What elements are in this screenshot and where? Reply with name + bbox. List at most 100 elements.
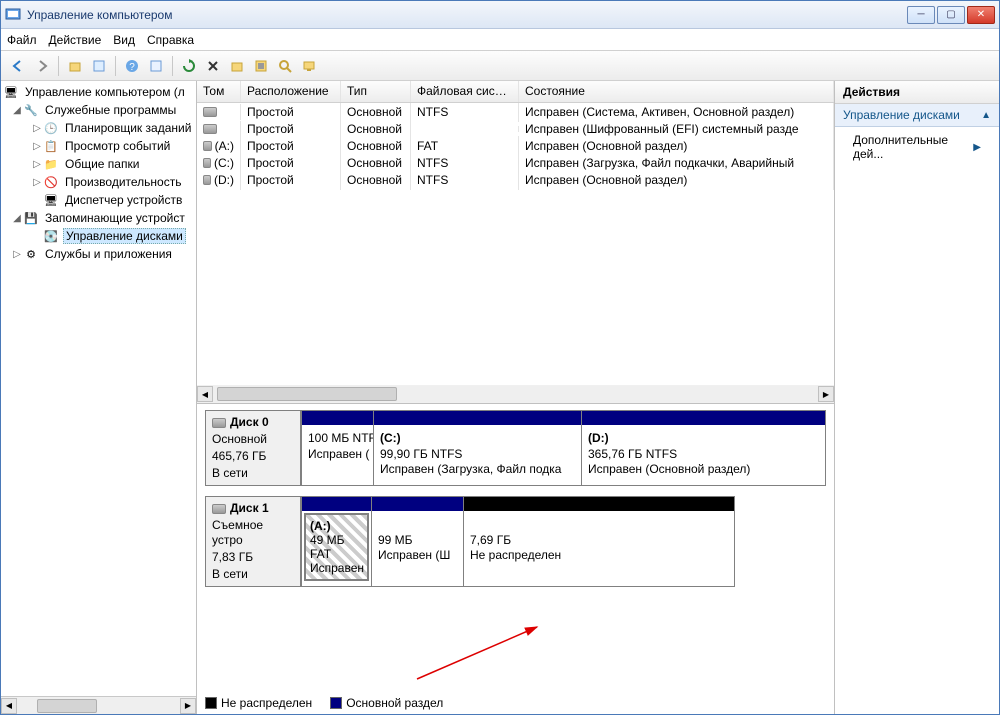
services-icon: ⚙ xyxy=(23,246,39,262)
partition[interactable]: (C:)99,90 ГБ NTFSИсправен (Загрузка, Фай… xyxy=(373,411,581,485)
disk-icon xyxy=(212,418,226,428)
volume-row[interactable]: ПростойОсновнойNTFSИсправен (Система, Ак… xyxy=(197,103,834,120)
volume-letter: (D:) xyxy=(214,173,234,187)
legend-swatch-primary xyxy=(330,697,342,709)
svg-text:?: ? xyxy=(129,62,135,73)
clock-icon: 🕒 xyxy=(43,120,59,136)
tree-hscrollbar[interactable]: ◀ ▶ xyxy=(1,696,196,714)
col-header-fs[interactable]: Файловая система xyxy=(411,81,519,102)
device-icon: 🖥 xyxy=(43,192,59,208)
nav-tree[interactable]: 🖥 Управление компьютером (л ◢ 🔧 Служебны… xyxy=(1,81,196,696)
tree-item-perf[interactable]: ▷🚫Производительность xyxy=(1,173,196,191)
volume-icon xyxy=(203,158,211,168)
legend-label: Основной раздел xyxy=(346,696,443,710)
disk-icon xyxy=(212,504,226,514)
legend: Не распределен Основной раздел xyxy=(205,696,443,710)
expand-icon[interactable]: ▷ xyxy=(31,123,43,134)
tree-item-events[interactable]: ▷📋Просмотр событий xyxy=(1,137,196,155)
volume-letter: (A:) xyxy=(215,139,234,153)
scroll-thumb[interactable] xyxy=(217,387,397,401)
menu-help[interactable]: Справка xyxy=(147,33,194,47)
actions-more[interactable]: Дополнительные дей... ▶ xyxy=(835,127,999,167)
col-header-volume[interactable]: Том xyxy=(197,81,241,102)
disk-size: 7,83 ГБ xyxy=(212,550,294,565)
menu-view[interactable]: Вид xyxy=(113,33,135,47)
minimize-button[interactable]: ─ xyxy=(907,6,935,24)
collapse-icon[interactable]: ◢ xyxy=(11,105,23,116)
legend-label: Не распределен xyxy=(221,696,312,710)
tree-root[interactable]: 🖥 Управление компьютером (л xyxy=(1,83,196,101)
volume-icon xyxy=(203,175,211,185)
tree-pane: 🖥 Управление компьютером (л ◢ 🔧 Служебны… xyxy=(1,81,197,714)
col-header-layout[interactable]: Расположение xyxy=(241,81,341,102)
volume-letter: (C:) xyxy=(214,156,234,170)
legend-swatch-unallocated xyxy=(205,697,217,709)
expand-icon[interactable]: ▷ xyxy=(31,159,43,170)
help-button[interactable]: ? xyxy=(121,55,143,77)
tool-computer-icon[interactable] xyxy=(298,55,320,77)
options-button[interactable] xyxy=(145,55,167,77)
volume-row[interactable]: (D:)ПростойОсновнойNTFSИсправен (Основно… xyxy=(197,171,834,188)
tree-item-scheduler[interactable]: ▷🕒Планировщик заданий xyxy=(1,119,196,137)
tool-search-icon[interactable] xyxy=(274,55,296,77)
window-title: Управление компьютером xyxy=(27,8,907,22)
disk-status: В сети xyxy=(212,567,294,582)
refresh-button[interactable] xyxy=(178,55,200,77)
expand-icon[interactable]: ▷ xyxy=(11,249,23,260)
chevron-up-icon: ▲ xyxy=(981,110,991,121)
partition[interactable]: 7,69 ГБНе распределен xyxy=(463,497,734,586)
tree-item-diskmgmt[interactable]: 💽Управление дисками xyxy=(1,227,196,245)
collapse-icon[interactable]: ◢ xyxy=(11,213,23,224)
tree-group-services[interactable]: ▷⚙Службы и приложения xyxy=(1,245,196,263)
volume-icon xyxy=(203,141,212,151)
partition[interactable]: (A:)49 МБ FATИсправен xyxy=(301,497,371,586)
volume-hscrollbar[interactable]: ◀ ▶ xyxy=(197,385,834,403)
disk-1-block[interactable]: Диск 1 Съемное устро 7,83 ГБ В сети (A:)… xyxy=(205,496,735,587)
partition[interactable]: 99 МБИсправен (Ш xyxy=(371,497,463,586)
storage-icon: 💾 xyxy=(23,210,39,226)
tool-folder-icon[interactable] xyxy=(226,55,248,77)
annotation-arrow xyxy=(407,619,557,689)
partition[interactable]: (D:)365,76 ГБ NTFSИсправен (Основной раз… xyxy=(581,411,825,485)
volume-row[interactable]: (C:)ПростойОсновнойNTFSИсправен (Загрузк… xyxy=(197,154,834,171)
up-button[interactable] xyxy=(64,55,86,77)
tree-item-shared[interactable]: ▷📁Общие папки xyxy=(1,155,196,173)
tool-settings-icon[interactable] xyxy=(250,55,272,77)
disk-0-info: Диск 0 Основной 465,76 ГБ В сети xyxy=(205,410,301,486)
scroll-right-button[interactable]: ▶ xyxy=(818,386,834,402)
tree-item-devmgr[interactable]: 🖥Диспетчер устройств xyxy=(1,191,196,209)
expand-icon[interactable]: ▷ xyxy=(31,141,43,152)
volume-layout: Простой xyxy=(241,170,341,190)
forward-button[interactable] xyxy=(31,55,53,77)
scroll-left-button[interactable]: ◀ xyxy=(197,386,213,402)
computer-icon: 🖥 xyxy=(3,84,19,100)
expand-icon[interactable]: ▷ xyxy=(31,177,43,188)
scroll-left-button[interactable]: ◀ xyxy=(1,698,17,714)
back-button[interactable] xyxy=(7,55,29,77)
delete-button[interactable] xyxy=(202,55,224,77)
volume-fs xyxy=(411,126,519,132)
scroll-right-button[interactable]: ▶ xyxy=(180,698,196,714)
partition[interactable]: 100 МБ NTFИсправен ( xyxy=(301,411,373,485)
maximize-button[interactable]: ▢ xyxy=(937,6,965,24)
col-header-type[interactable]: Тип xyxy=(341,81,411,102)
tree-group-storage[interactable]: ◢💾Запоминающие устройст xyxy=(1,209,196,227)
col-header-status[interactable]: Состояние xyxy=(519,81,834,102)
menu-file[interactable]: Файл xyxy=(7,33,37,47)
event-icon: 📋 xyxy=(43,138,59,154)
close-button[interactable]: ✕ xyxy=(967,6,995,24)
actions-section-diskmgmt[interactable]: Управление дисками ▲ xyxy=(835,104,999,127)
toolbar: ? xyxy=(1,51,999,81)
menu-action[interactable]: Действие xyxy=(49,33,102,47)
volume-icon xyxy=(203,107,217,117)
tree-group-system-tools[interactable]: ◢ 🔧 Служебные программы xyxy=(1,101,196,119)
volume-row[interactable]: ПростойОсновнойИсправен (Шифрованный (EF… xyxy=(197,120,834,137)
scroll-thumb[interactable] xyxy=(37,699,97,713)
properties-button[interactable] xyxy=(88,55,110,77)
disk-name: Диск 1 xyxy=(230,501,269,516)
volume-row[interactable]: (A:)ПростойОсновнойFATИсправен (Основной… xyxy=(197,137,834,154)
disk-1-info: Диск 1 Съемное устро 7,83 ГБ В сети xyxy=(205,496,301,587)
disk-0-block[interactable]: Диск 0 Основной 465,76 ГБ В сети 100 МБ … xyxy=(205,410,826,486)
actions-title: Действия xyxy=(835,81,999,104)
volume-status: Исправен (Основной раздел) xyxy=(519,170,834,190)
